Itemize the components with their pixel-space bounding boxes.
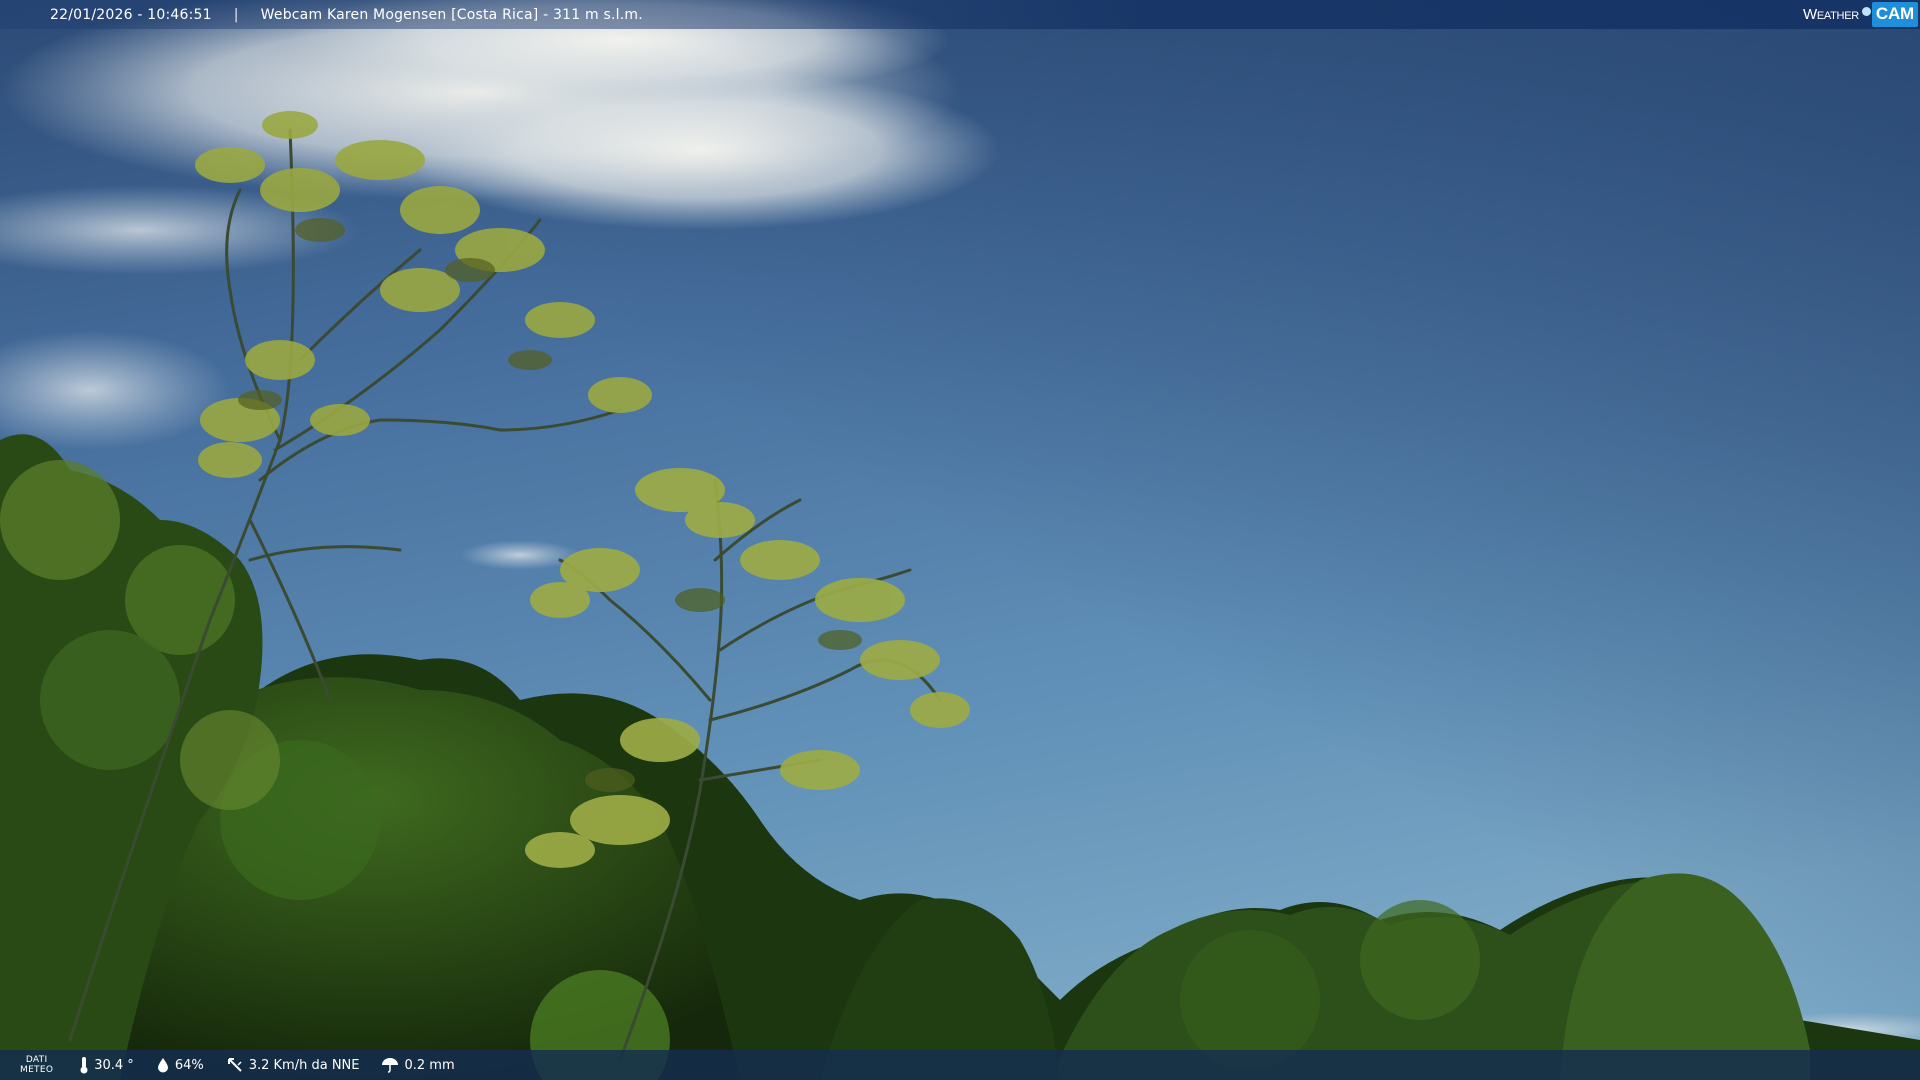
wind-value: 3.2 Km/h da NNE [248, 1057, 360, 1073]
rain-value: 0.2 mm [404, 1057, 455, 1073]
timestamp: 22/01/2026 - 10:46:51 [50, 6, 212, 23]
thermometer-icon [80, 1057, 88, 1074]
logo-text-weather: Weather [1803, 6, 1859, 23]
wind-reading: 3.2 Km/h da NNE [226, 1056, 360, 1074]
webcam-image [0, 0, 1920, 1080]
logo-text-cam: CAM [1871, 2, 1918, 27]
weathercam-logo[interactable]: Weather CAM [1803, 0, 1918, 29]
webcam-title: Webcam Karen Mogensen [Costa Rica] - 311… [260, 6, 643, 23]
weather-data-label: DATI METEO [20, 1055, 54, 1075]
info-bar: 22/01/2026 - 10:46:51 | Webcam Karen Mog… [0, 0, 1920, 29]
humidity-value: 64% [174, 1057, 204, 1073]
temperature-reading: 30.4 ° [79, 1056, 134, 1074]
rain-reading: 0.2 mm [381, 1057, 455, 1073]
logo-dot-icon [1861, 7, 1871, 16]
humidity-drop-icon [157, 1058, 168, 1073]
humidity-reading: 64% [156, 1057, 204, 1073]
wind-vane-icon [227, 1058, 242, 1072]
weather-data-bar: DATI METEO 30.4 ° 64% 3.2 Km/h da NNE 0.… [0, 1050, 1920, 1080]
temperature-value: 30.4 ° [94, 1057, 134, 1073]
separator: | [233, 6, 239, 23]
umbrella-icon [382, 1058, 399, 1073]
webcam-viewer: 22/01/2026 - 10:46:51 | Webcam Karen Mog… [0, 0, 1920, 1080]
